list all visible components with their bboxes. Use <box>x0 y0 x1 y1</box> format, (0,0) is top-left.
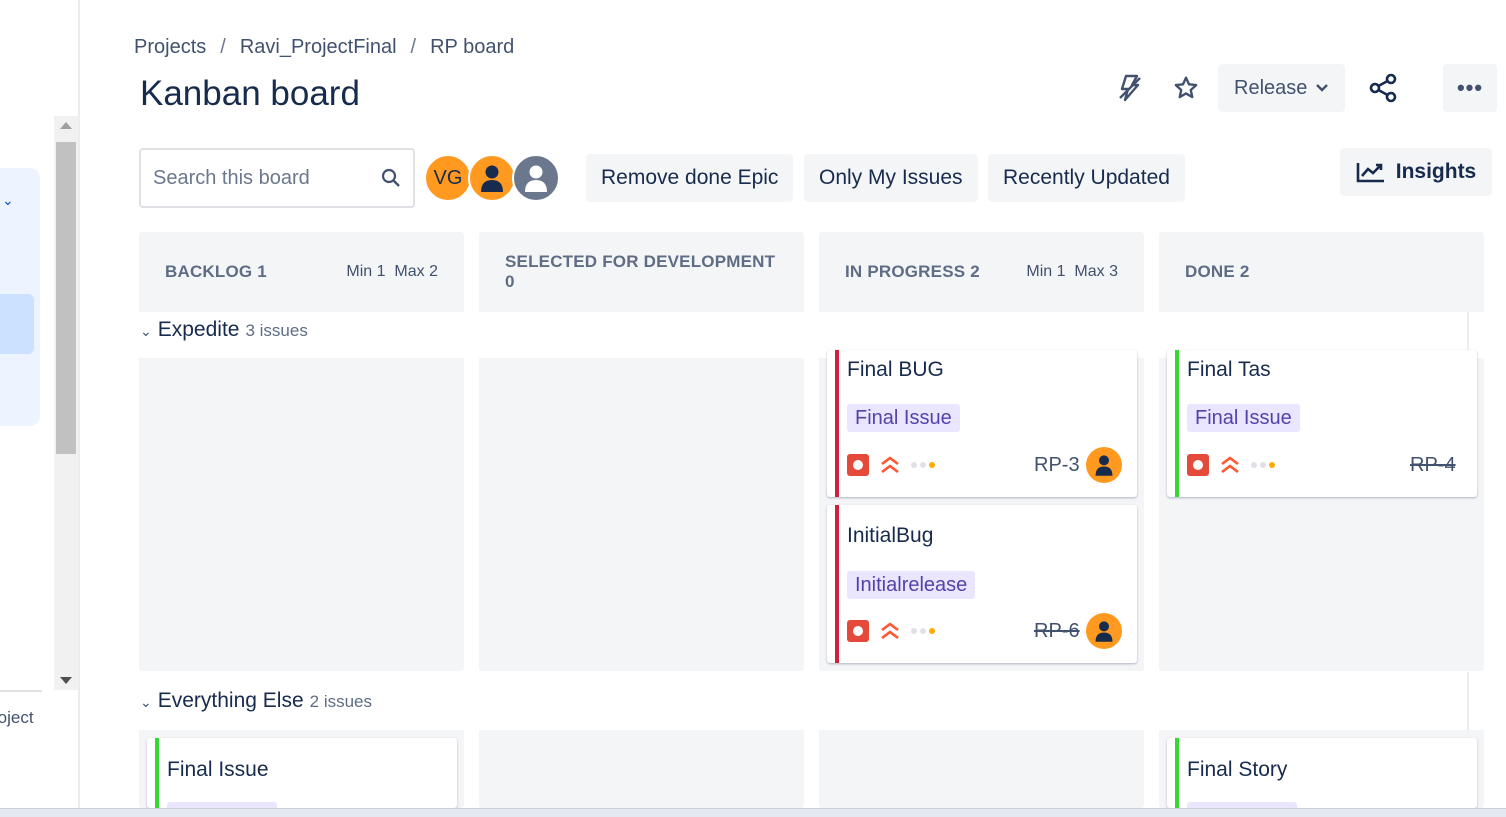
column-cell-selected <box>479 358 804 671</box>
card-color-bar <box>155 738 159 808</box>
column-cell-selected <box>479 730 804 808</box>
column-title: DONE 2 <box>1185 262 1250 281</box>
breadcrumb: Projects / Ravi_ProjectFinal / RP board <box>134 36 514 59</box>
card-title: Final BUG <box>847 358 944 381</box>
search-field[interactable] <box>139 148 415 208</box>
breadcrumb-separator: / <box>220 36 226 58</box>
epic-label[interactable]: Final Issue <box>1187 404 1300 432</box>
card-color-bar <box>835 350 839 497</box>
chart-icon <box>1356 163 1384 183</box>
scroll-down-arrow-icon[interactable] <box>60 677 72 684</box>
release-label: Release <box>1234 76 1308 99</box>
filter-only-my-issues[interactable]: Only My Issues <box>804 154 978 202</box>
avatar-vg[interactable]: VG <box>424 154 472 202</box>
epic-label[interactable]: Final Issue <box>847 404 960 432</box>
issue-card[interactable]: Final Story <box>1167 738 1477 808</box>
breadcrumb-projects[interactable]: Projects <box>134 36 206 59</box>
person-icon <box>1095 621 1113 642</box>
swimlane-count: 3 issues <box>245 321 308 340</box>
search-icon[interactable] <box>381 168 401 188</box>
card-title: Final Tas <box>1187 358 1271 381</box>
avatar-user[interactable] <box>468 154 516 202</box>
issue-card[interactable]: Final Issue <box>147 738 457 808</box>
swimlane-count: 2 issues <box>309 692 373 711</box>
column-limits: Min 1 Max 3 <box>1026 263 1118 280</box>
page-title: Kanban board <box>140 74 360 113</box>
issue-card[interactable]: Final Tas Final Issue RP-4 <box>1167 350 1477 497</box>
chevron-down-icon[interactable]: ⌄ <box>140 323 152 340</box>
column-title: BACKLOG 1 <box>165 262 267 281</box>
star-icon[interactable] <box>1166 68 1206 108</box>
estimate-dots <box>911 628 935 634</box>
sidebar-project-link[interactable]: roject <box>0 708 34 728</box>
scroll-up-arrow-icon[interactable] <box>60 122 72 129</box>
breadcrumb-project[interactable]: Ravi_ProjectFinal <box>240 36 397 59</box>
swimlane-expedite[interactable]: ⌄ Expedite 3 issues <box>140 318 308 342</box>
divider <box>1467 672 1469 730</box>
person-icon <box>525 165 547 192</box>
assignee-avatar[interactable] <box>1086 447 1122 483</box>
highest-priority-icon <box>881 456 899 474</box>
scrollbar-thumb[interactable] <box>56 142 76 454</box>
card-title: InitialBug <box>847 524 934 547</box>
swimlane-name: Expedite <box>157 318 240 341</box>
column-title: SELECTED FOR DEVELOPMENT 0 <box>505 252 776 291</box>
breadcrumb-separator: / <box>410 36 417 58</box>
column-cell-in-progress <box>819 730 1144 808</box>
card-color-bar <box>835 505 839 663</box>
lightning-icon[interactable] <box>1110 68 1150 108</box>
search-input[interactable] <box>153 166 381 190</box>
column-header-selected: SELECTED FOR DEVELOPMENT 0 <box>479 232 804 312</box>
chevron-down-icon[interactable]: ⌄ <box>140 694 152 711</box>
person-icon <box>481 165 503 192</box>
insights-label: Insights <box>1395 160 1477 183</box>
highest-priority-icon <box>881 622 899 640</box>
person-icon <box>1095 455 1113 476</box>
breadcrumb-board[interactable]: RP board <box>430 36 514 59</box>
filter-recently-updated[interactable]: Recently Updated <box>988 154 1185 202</box>
bug-icon <box>847 620 869 642</box>
issue-key[interactable]: RP-6 <box>1034 620 1080 643</box>
swimlane-everything-else[interactable]: ⌄ Everything Else 2 issues <box>140 689 372 713</box>
avatar-unassigned[interactable] <box>512 154 560 202</box>
board-actions: Release <box>1110 64 1403 112</box>
card-color-bar <box>1175 350 1179 497</box>
column-cell-backlog <box>139 358 464 671</box>
column-limits: Min 1 Max 2 <box>346 263 438 280</box>
sidebar-divider <box>0 690 42 692</box>
more-icon[interactable]: ••• <box>1443 64 1497 112</box>
swimlane-name: Everything Else <box>157 689 304 712</box>
share-icon[interactable] <box>1363 68 1403 108</box>
epic-label[interactable]: Initialrelease <box>847 571 976 599</box>
column-header-backlog: BACKLOG 1 Min 1 Max 2 <box>139 232 464 312</box>
estimate-dots <box>1251 462 1275 468</box>
avatar-group: VG <box>424 154 560 202</box>
column-header-in-progress: IN PROGRESS 2 Min 1 Max 3 <box>819 232 1144 312</box>
os-taskbar <box>0 808 1506 817</box>
column-title: IN PROGRESS 2 <box>845 262 980 281</box>
chevron-down-icon <box>1316 84 1329 92</box>
bug-icon <box>847 454 869 476</box>
left-sidebar: ⌄ roject <box>0 0 80 817</box>
filter-remove-done-epic[interactable]: Remove done Epic <box>586 154 794 202</box>
bug-icon <box>1187 454 1209 476</box>
issue-card[interactable]: Final BUG Final Issue RP-3 <box>827 350 1137 497</box>
issue-key[interactable]: RP-4 <box>1410 454 1456 477</box>
highest-priority-icon <box>1221 456 1239 474</box>
assignee-avatar[interactable] <box>1086 613 1122 649</box>
chevron-down-icon[interactable]: ⌄ <box>2 192 14 209</box>
estimate-dots <box>911 462 935 468</box>
card-title: Final Issue <box>167 758 269 781</box>
release-button[interactable]: Release <box>1218 64 1346 112</box>
insights-button[interactable]: Insights <box>1340 148 1492 196</box>
column-header-done: DONE 2 <box>1159 232 1484 312</box>
issue-card[interactable]: InitialBug Initialrelease RP-6 <box>827 505 1137 663</box>
card-title: Final Story <box>1187 758 1288 781</box>
sidebar-selected-item[interactable] <box>0 294 34 354</box>
sidebar-scrollbar[interactable] <box>54 116 78 690</box>
card-color-bar <box>1175 738 1179 808</box>
issue-key[interactable]: RP-3 <box>1034 454 1080 477</box>
